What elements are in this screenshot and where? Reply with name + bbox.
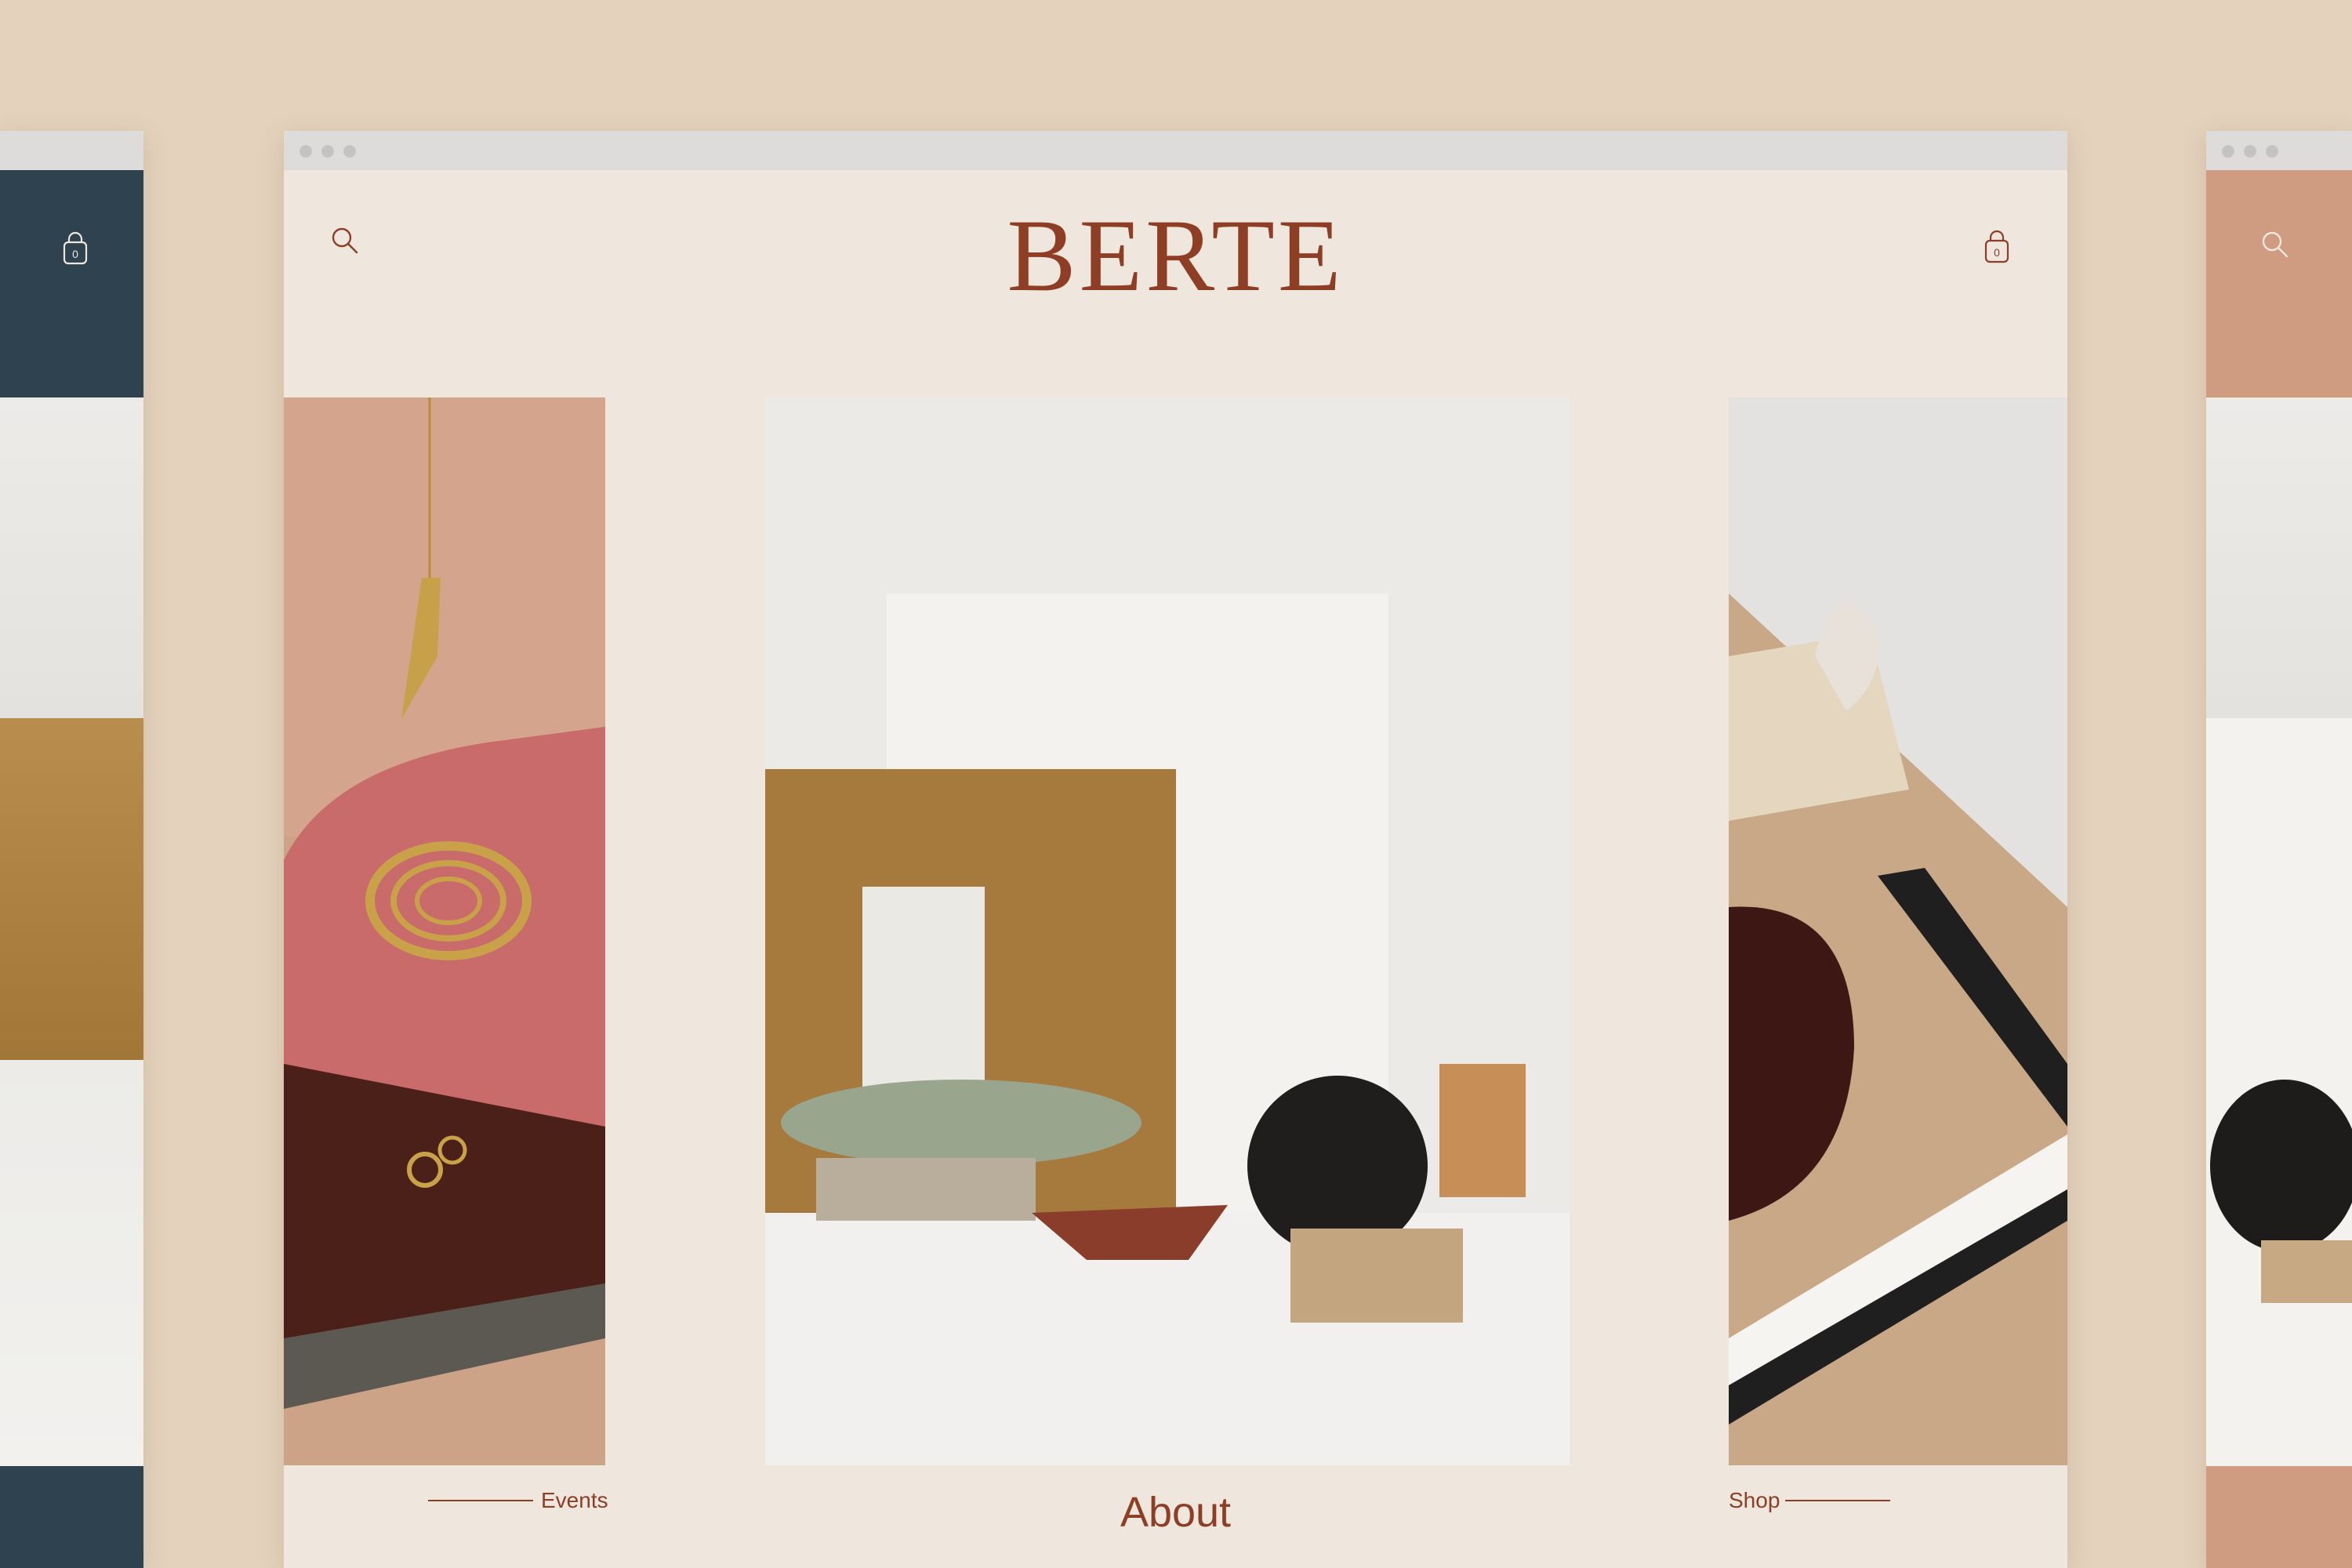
browser-title-bar (284, 131, 2067, 170)
greenery (781, 1080, 1142, 1166)
product-photo (2206, 397, 2352, 1466)
window-dot (2266, 145, 2278, 158)
left-browser-window: 0 (0, 131, 143, 1568)
shopping-bag-icon[interactable]: 0 (52, 225, 99, 272)
window-dot (299, 145, 312, 158)
wood-block (1439, 1064, 1526, 1197)
shop-photo[interactable] (1729, 397, 2067, 1465)
product-photo (0, 397, 143, 1466)
cart-count: 0 (72, 248, 78, 260)
nav-link-shop[interactable]: Shop (1729, 1490, 1780, 1512)
main-browser-window: BERTE 0 Events About Shop (284, 131, 2067, 1568)
black-vase (2210, 1080, 2352, 1252)
browser-title-bar (0, 131, 143, 170)
stone-block (1290, 1229, 1463, 1323)
shop-underline (1785, 1500, 1890, 1501)
brand-logo[interactable]: BERTE (284, 204, 2067, 307)
stone-block (2261, 1240, 2352, 1303)
nav-link-about[interactable]: About (284, 1491, 2067, 1534)
window-dot (343, 145, 356, 158)
shopping-bag-icon[interactable]: 0 (1973, 223, 2020, 270)
search-icon[interactable] (2252, 221, 2299, 268)
window-dot (2222, 145, 2234, 158)
events-photo[interactable] (284, 397, 605, 1465)
browser-title-bar (2206, 131, 2352, 170)
cart-count: 0 (1994, 246, 2000, 259)
about-photo[interactable] (765, 397, 1570, 1465)
window-dot (321, 145, 334, 158)
right-browser-window (2206, 131, 2352, 1568)
window-dot (2244, 145, 2256, 158)
